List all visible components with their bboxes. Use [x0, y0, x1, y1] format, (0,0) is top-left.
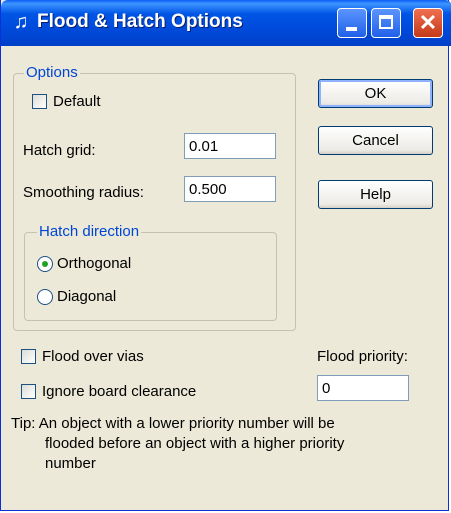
- smoothing-radius-input[interactable]: [184, 176, 276, 202]
- close-icon: ✕: [418, 10, 438, 35]
- options-legend: Options: [24, 64, 80, 81]
- orthogonal-label[interactable]: Orthogonal: [57, 255, 131, 272]
- diagonal-radio[interactable]: [37, 289, 53, 305]
- tip-line-3: number: [45, 455, 96, 472]
- hatch-direction-legend: Hatch direction: [37, 223, 142, 240]
- maximize-button[interactable]: [371, 8, 401, 38]
- flood-priority-input[interactable]: [317, 375, 409, 401]
- orthogonal-radio[interactable]: [37, 256, 53, 272]
- hatch-grid-input[interactable]: [184, 133, 276, 159]
- maximize-icon: [379, 15, 393, 29]
- diagonal-label[interactable]: Diagonal: [57, 288, 116, 305]
- minimize-button[interactable]: [337, 8, 367, 38]
- dialog-window: ♫ Flood & Hatch Options ✕ Options Defaul…: [0, 0, 451, 511]
- help-button[interactable]: Help: [318, 180, 433, 209]
- tip-line-1: Tip: An object with a lower priority num…: [11, 415, 335, 432]
- default-label[interactable]: Default: [53, 93, 101, 110]
- ok-button[interactable]: OK: [318, 79, 433, 108]
- minimize-icon: [346, 27, 357, 31]
- tip-line-2: flooded before an object with a higher p…: [45, 435, 345, 452]
- flood-priority-label: Flood priority:: [317, 348, 408, 365]
- flood-over-vias-checkbox[interactable]: [21, 349, 36, 364]
- dialog-body: Options Default Hatch grid: Smoothing ra…: [4, 46, 448, 508]
- window-title: Flood & Hatch Options: [37, 11, 243, 32]
- flood-over-vias-label[interactable]: Flood over vias: [42, 348, 144, 365]
- hatch-grid-label: Hatch grid:: [23, 142, 96, 159]
- default-checkbox[interactable]: [32, 94, 47, 109]
- cancel-button[interactable]: Cancel: [318, 126, 433, 155]
- radio-selected-dot: [42, 261, 48, 267]
- ignore-clearance-label[interactable]: Ignore board clearance: [42, 383, 196, 400]
- hatch-direction-groupbox: [24, 232, 277, 321]
- flood-hatch-app-icon: ♫: [13, 11, 29, 33]
- title-bar[interactable]: ♫ Flood & Hatch Options ✕: [1, 0, 451, 46]
- ignore-clearance-checkbox[interactable]: [21, 384, 36, 399]
- smoothing-radius-label: Smoothing radius:: [23, 184, 144, 201]
- close-button[interactable]: ✕: [413, 8, 443, 38]
